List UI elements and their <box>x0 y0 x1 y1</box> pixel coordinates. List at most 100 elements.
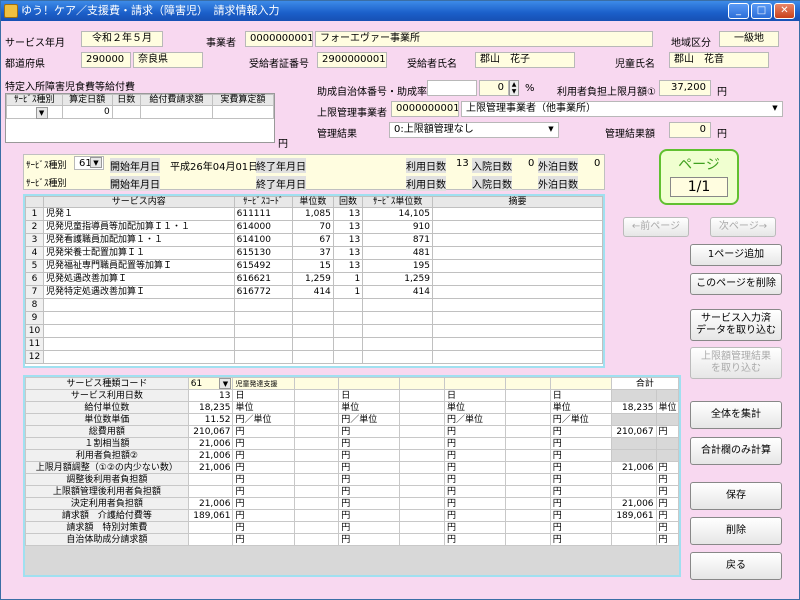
delete-button[interactable]: 削除 <box>690 517 782 545</box>
calc-value-2[interactable] <box>293 425 340 438</box>
calc-value-3[interactable] <box>399 461 446 474</box>
count-cell[interactable]: 1 <box>332 285 364 299</box>
maximize-button[interactable]: □ <box>751 3 772 19</box>
table-row[interactable]: 5 児発福祉専門職員配置等加算Ｉ 615492 15 13 195 <box>25 259 603 273</box>
close-button[interactable]: ✕ <box>774 3 795 19</box>
calc-value-2[interactable] <box>293 413 340 426</box>
calc-value[interactable]: 21,006 <box>187 449 234 462</box>
calc-value-4[interactable] <box>505 497 551 510</box>
calc-value-2[interactable] <box>293 401 340 414</box>
table-row[interactable]: 6 児発処遇改善加算Ｉ 616621 1,259 1 1,259 <box>25 272 603 286</box>
subsidy-rate-field[interactable]: 0 <box>479 80 509 96</box>
upper-code-field[interactable]: 0000000001 <box>391 101 459 117</box>
unit-cell[interactable] <box>291 337 334 351</box>
calc-value-2[interactable] <box>293 461 340 474</box>
calc-total-value[interactable] <box>610 533 657 546</box>
unit-cell[interactable]: 37 <box>291 246 334 260</box>
calc-value-4[interactable] <box>505 389 551 402</box>
office-name-field[interactable]: フォーエヴァー事業所 <box>315 31 653 47</box>
calc-value-2[interactable] <box>293 389 340 402</box>
total-units-cell[interactable]: 910 <box>362 220 433 234</box>
service-name-cell[interactable] <box>43 298 235 312</box>
total-units-cell[interactable]: 1,259 <box>362 272 433 286</box>
calc-value-4[interactable] <box>505 473 551 486</box>
upper-name-select[interactable]: 上限管理事業者（他事業所） ▼ <box>461 101 783 117</box>
count-cell[interactable] <box>332 337 364 351</box>
remarks-cell[interactable] <box>432 272 603 286</box>
total-units-cell[interactable] <box>362 350 433 364</box>
count-cell[interactable]: 13 <box>332 220 364 234</box>
calc-value-2[interactable] <box>293 497 340 510</box>
total-units-cell[interactable]: 871 <box>362 233 433 247</box>
total-units-cell[interactable] <box>362 337 433 351</box>
calc-value[interactable] <box>187 521 234 534</box>
delete-page-button[interactable]: このページを削除 <box>690 273 782 295</box>
calc-value-4[interactable] <box>505 449 551 462</box>
calc-value-3[interactable] <box>399 497 446 510</box>
calc-total-button[interactable]: 合計欄のみ計算 <box>690 437 782 465</box>
service-code-cell[interactable] <box>233 324 293 338</box>
calc-total-value[interactable]: 189,061 <box>610 509 657 522</box>
remarks-cell[interactable] <box>432 220 603 234</box>
minimize-button[interactable]: _ <box>728 3 749 19</box>
calc-total-value[interactable] <box>610 449 657 462</box>
service-code-cell[interactable]: 615492 <box>233 259 293 273</box>
calc-code-cell-4[interactable] <box>505 377 551 390</box>
calc-value[interactable]: 18,235 <box>187 401 234 414</box>
service-code-cell[interactable]: 616772 <box>233 285 293 299</box>
cert-no-field[interactable]: 2900000001 <box>317 52 387 68</box>
service-code-cell[interactable] <box>233 350 293 364</box>
unit-cell[interactable]: 1,085 <box>291 207 334 221</box>
calc-value-3[interactable] <box>399 389 446 402</box>
count-cell[interactable]: 13 <box>332 246 364 260</box>
calc-value-3[interactable] <box>399 413 446 426</box>
recipient-field[interactable]: 郡山 花子 <box>475 52 575 68</box>
calc-value-4[interactable] <box>505 413 551 426</box>
calc-value-4[interactable] <box>505 509 551 522</box>
count-cell[interactable]: 1 <box>332 272 364 286</box>
unit-cell[interactable]: 70 <box>291 220 334 234</box>
meal-type-select[interactable]: ▼ <box>6 105 63 119</box>
calc-value-2[interactable] <box>293 509 340 522</box>
subsidy-no-field[interactable] <box>427 80 477 96</box>
service-name-cell[interactable]: 児発福祉専門職員配置等加算Ｉ <box>43 259 235 273</box>
service-name-cell[interactable]: 児発児童指導員等加配加算Ｉ１・１ <box>43 220 235 234</box>
service-code-cell[interactable]: 615130 <box>233 246 293 260</box>
remarks-cell[interactable] <box>432 324 603 338</box>
table-row[interactable]: 7 児発特定処遇改善加算Ｉ 616772 414 1 414 <box>25 285 603 299</box>
in-days-value[interactable]: 0 <box>528 158 534 169</box>
calc-total-value[interactable] <box>610 413 657 426</box>
remarks-cell[interactable] <box>432 298 603 312</box>
calc-code-select[interactable]: 61 ▼ <box>187 377 234 390</box>
service-code-cell[interactable] <box>233 337 293 351</box>
calc-value-3[interactable] <box>399 473 446 486</box>
calc-value-4[interactable] <box>505 485 551 498</box>
save-button[interactable]: 保存 <box>690 482 782 510</box>
result-select[interactable]: 0:上限額管理なし ▼ <box>389 122 559 138</box>
chevron-down-icon[interactable]: ▼ <box>35 107 48 119</box>
unit-cell[interactable]: 414 <box>291 285 334 299</box>
calc-value[interactable] <box>187 473 234 486</box>
start-date[interactable]: 平成26年04月01日 <box>170 158 258 173</box>
unit-cell[interactable]: 67 <box>291 233 334 247</box>
unit-cell[interactable]: 1,259 <box>291 272 334 286</box>
service-name-cell[interactable] <box>43 350 235 364</box>
calc-value-4[interactable] <box>505 461 551 474</box>
calc-value[interactable]: 189,061 <box>187 509 234 522</box>
calc-value-2[interactable] <box>293 485 340 498</box>
service-code-cell[interactable] <box>233 298 293 312</box>
chevron-down-icon[interactable]: ▼ <box>219 378 232 389</box>
table-row[interactable]: 9 <box>25 311 603 325</box>
calc-value-3[interactable] <box>399 533 446 546</box>
total-units-cell[interactable] <box>362 324 433 338</box>
calc-value-4[interactable] <box>505 437 551 450</box>
calc-value-2[interactable] <box>293 437 340 450</box>
result-amt-field[interactable]: 0 <box>669 122 711 138</box>
calc-value-3[interactable] <box>399 485 446 498</box>
calc-value[interactable]: 21,006 <box>187 437 234 450</box>
table-row[interactable]: 8 <box>25 298 603 312</box>
service-ym-field[interactable]: 令和２年５月 <box>81 31 163 47</box>
calc-value-3[interactable] <box>399 401 446 414</box>
office-code-field[interactable]: 0000000001 <box>245 31 313 47</box>
table-row[interactable]: 10 <box>25 324 603 338</box>
